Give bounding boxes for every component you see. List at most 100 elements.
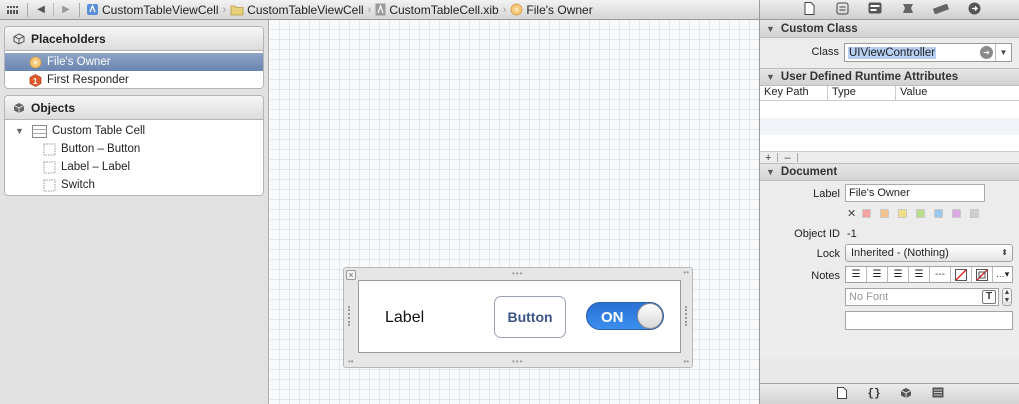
placeholder-cube-icon [29, 56, 42, 68]
table-cell-content[interactable]: Label Button ON [358, 280, 681, 353]
related-items-icon[interactable] [5, 5, 21, 15]
size-inspector-icon[interactable] [930, 2, 952, 17]
color-swatch-orange[interactable] [880, 209, 890, 218]
svg-text:1: 1 [33, 77, 38, 86]
navigate-arrow-icon[interactable]: ➔ [980, 46, 993, 59]
attributes-inspector-icon[interactable] [897, 2, 919, 18]
runtime-table-row [760, 101, 1019, 118]
color-swatch-gray[interactable] [970, 209, 980, 218]
code-snippet-library-icon[interactable]: {} [865, 388, 883, 400]
chevron-right-icon: › [222, 3, 227, 16]
align-right-icon[interactable]: ☰ [888, 267, 909, 282]
resize-handle-bottom-right[interactable]: •• [683, 358, 689, 366]
project-icon [87, 4, 98, 15]
class-label: Class [811, 46, 839, 58]
justify-icon[interactable]: ☰ [909, 267, 930, 282]
cube-outline-icon [13, 32, 25, 45]
document-outline: Placeholders File's Owner 1 First Respon… [0, 20, 269, 404]
font-picker-icon[interactable]: T [982, 290, 996, 304]
disclosure-triangle-icon[interactable]: ▼ [766, 24, 775, 34]
breadcrumb-group-label: CustomTableViewCell [247, 2, 364, 17]
object-id-label: Object ID [794, 228, 840, 240]
color-swatch-purple[interactable] [952, 209, 962, 218]
color-swatch-blue[interactable] [934, 209, 944, 218]
custom-class-section-header[interactable]: ▼ Custom Class [760, 20, 1019, 38]
interface-builder-canvas[interactable]: × ••• ••• •• •• •• Label Button ON [270, 20, 759, 404]
clear-color-icon[interactable]: ✕ [847, 207, 856, 220]
runtime-table-row [760, 118, 1019, 135]
media-library-icon[interactable] [929, 387, 947, 401]
objects-header: Objects [5, 96, 263, 120]
breadcrumb-object[interactable]: File's Owner [510, 2, 593, 17]
resize-handle-top[interactable]: ••• [512, 269, 523, 278]
outline-item-switch[interactable]: Switch [5, 176, 263, 194]
cell-label[interactable]: Label [385, 309, 424, 327]
outline-item-first-responder[interactable]: 1 First Responder [5, 71, 263, 88]
view-outline-icon [43, 143, 56, 155]
popup-arrows-icon: ⬍ [1001, 248, 1008, 257]
font-size-stepper[interactable]: ▲ ▼ [1002, 288, 1012, 306]
runtime-attributes-footer: + – [760, 151, 1019, 164]
color-label-row: ✕ [847, 207, 980, 220]
custom-class-section: Class UIViewController ➔ ▼ [760, 38, 1019, 68]
disclosure-triangle-icon[interactable]: ▼ [15, 126, 27, 136]
breadcrumb-group[interactable]: CustomTableViewCell [230, 3, 364, 17]
resize-handle-bottom[interactable]: ••• [512, 358, 523, 366]
file-inspector-icon[interactable] [798, 1, 820, 18]
view-outline-icon [43, 179, 56, 191]
connections-inspector-icon[interactable] [963, 2, 985, 18]
align-center-icon[interactable]: ☰ [867, 267, 888, 282]
switch-knob[interactable] [637, 303, 663, 329]
cell-switch[interactable]: ON [586, 302, 664, 330]
resize-handle-top-right[interactable]: •• [683, 269, 689, 277]
outline-item-label[interactable]: Label – Label [5, 158, 263, 176]
close-icon[interactable]: × [346, 270, 356, 280]
class-field-value[interactable]: UIViewController [848, 46, 937, 59]
objects-panel: Objects ▼ Custom Table Cell Button – But… [4, 95, 264, 196]
placeholder-cube-icon [511, 3, 523, 16]
placeholders-header: Placeholders [5, 27, 263, 51]
back-arrow-icon[interactable]: ◀ [34, 4, 48, 15]
remove-attribute-button[interactable]: – [784, 152, 790, 164]
color-swatch-yellow[interactable] [898, 209, 908, 218]
folder-icon [230, 5, 244, 15]
resize-handle-left[interactable] [348, 306, 350, 326]
document-label-field[interactable]: File's Owner [845, 184, 985, 202]
disclosure-triangle-icon[interactable]: ▼ [766, 167, 775, 177]
natural-align-icon[interactable]: --- [930, 267, 951, 282]
notes-text-area[interactable] [845, 311, 1013, 330]
outline-item-custom-table-cell[interactable]: ▼ Custom Table Cell [5, 122, 263, 140]
document-section-header[interactable]: ▼ Document [760, 163, 1019, 181]
cell-button[interactable]: Button [494, 296, 566, 338]
forward-arrow-icon[interactable]: ▶ [59, 4, 73, 15]
quick-help-icon[interactable] [831, 2, 853, 18]
align-left-icon[interactable]: ☰ [846, 267, 867, 282]
breadcrumb-file[interactable]: CustomTableCell.xib [375, 3, 499, 17]
object-library-icon[interactable] [897, 387, 915, 402]
text-color-icon[interactable] [951, 267, 972, 282]
background-color-icon[interactable] [972, 267, 993, 282]
runtime-attributes-section-header[interactable]: ▼ User Defined Runtime Attributes [760, 68, 1019, 86]
outline-item-button[interactable]: Button – Button [5, 140, 263, 158]
runtime-attributes-table[interactable]: Key Path Type Value [760, 86, 1019, 151]
lock-popup[interactable]: Inherited - (Nothing) ⬍ [845, 244, 1013, 262]
color-swatch-red[interactable] [862, 209, 872, 218]
class-combo-field[interactable]: UIViewController ➔ ▼ [844, 43, 1012, 62]
resize-handle-right[interactable] [685, 306, 687, 326]
runtime-table-header: Key Path Type Value [760, 86, 1019, 101]
identity-inspector-icon[interactable] [864, 2, 886, 17]
breadcrumb-project[interactable]: CustomTableViewCell [86, 3, 219, 17]
xib-file-icon [375, 3, 386, 16]
more-options-icon[interactable]: …▾ [993, 267, 1012, 282]
outline-item-files-owner[interactable]: File's Owner [5, 53, 263, 71]
file-template-library-icon[interactable] [833, 386, 851, 402]
color-swatch-green[interactable] [916, 209, 926, 218]
disclosure-triangle-icon[interactable]: ▼ [766, 72, 775, 82]
resize-handle-bottom-left[interactable]: •• [348, 358, 354, 366]
table-cell-container[interactable]: × ••• ••• •• •• •• Label Button ON [343, 267, 693, 368]
dropdown-arrow-icon[interactable]: ▼ [995, 44, 1011, 61]
breadcrumb-object-label: File's Owner [526, 2, 593, 17]
view-outline-icon [43, 161, 56, 173]
font-field[interactable]: No Font T [845, 288, 999, 306]
add-attribute-button[interactable]: + [765, 152, 771, 164]
